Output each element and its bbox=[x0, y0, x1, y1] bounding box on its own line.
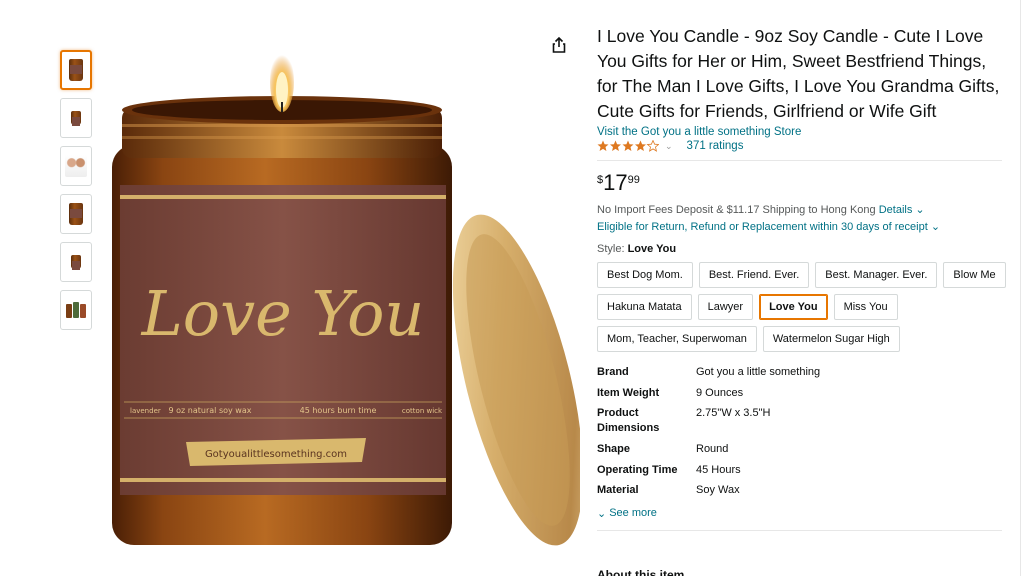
divider bbox=[597, 529, 1002, 531]
shipping-text: No Import Fees Deposit & $11.17 Shipping… bbox=[597, 204, 876, 216]
style-option-blow-me[interactable]: Blow Me bbox=[943, 262, 1006, 288]
spec-key: Brand bbox=[597, 366, 629, 378]
spec-row: Operating Time 45 Hours bbox=[597, 463, 1002, 484]
price-whole: 17 bbox=[603, 170, 628, 195]
rating-row: ⌄ 371 ratings bbox=[597, 140, 1002, 152]
label-lavender: lavender bbox=[130, 407, 161, 415]
page-edge-divider bbox=[1020, 0, 1021, 576]
style-label-key: Style: bbox=[597, 243, 625, 255]
ratings-count-link[interactable]: 371 ratings bbox=[687, 140, 744, 152]
style-option-best-friend-ever[interactable]: Best. Friend. Ever. bbox=[698, 262, 810, 288]
main-product-image[interactable]: Love You lavender 9 oz natural soy wax 4… bbox=[100, 40, 584, 560]
thumbnail-3[interactable] bbox=[60, 146, 92, 186]
spec-value: Soy Wax bbox=[696, 484, 740, 496]
thumbnail-2[interactable] bbox=[60, 98, 92, 138]
spec-value: 9 Ounces bbox=[696, 386, 744, 399]
spec-key: Item Weight bbox=[597, 386, 660, 399]
style-option-lawyer[interactable]: Lawyer bbox=[697, 294, 754, 320]
spec-key: Operating Time bbox=[597, 463, 678, 476]
style-option-love-you[interactable]: Love You bbox=[759, 294, 828, 320]
star-icon bbox=[622, 140, 634, 151]
see-more-link[interactable]: ⌄ See more bbox=[597, 507, 1002, 520]
thumbnail-6[interactable] bbox=[60, 290, 92, 330]
style-selected-value: Love You bbox=[627, 243, 677, 255]
spec-row: Material Soy Wax bbox=[597, 483, 1002, 504]
store-link[interactable]: Visit the Got you a little something Sto… bbox=[597, 126, 1002, 138]
spec-key: Material bbox=[597, 484, 639, 496]
spec-value: Round bbox=[696, 443, 729, 455]
spec-row: Item Weight 9 Ounces bbox=[597, 386, 1002, 407]
style-option-miss-you[interactable]: Miss You bbox=[833, 294, 898, 320]
label-soy-wax: 9 oz natural soy wax bbox=[169, 406, 252, 415]
label-burn-time: 45 hours burn time bbox=[300, 406, 377, 415]
star-icon bbox=[635, 140, 646, 151]
style-options: Best Dog Mom. Best. Friend. Ever. Best. … bbox=[597, 262, 1007, 352]
shipping-details-link[interactable]: Details bbox=[879, 204, 913, 216]
chevron-down-icon[interactable]: ⌄ bbox=[665, 141, 673, 152]
returns-link[interactable]: Eligible for Return, Refund or Replaceme… bbox=[597, 220, 1002, 233]
label-wick: cotton wick bbox=[402, 407, 443, 415]
style-option-hakuna-matata[interactable]: Hakuna Matata bbox=[597, 294, 692, 320]
spec-row: Brand Got you a little something bbox=[597, 365, 1002, 386]
divider bbox=[597, 160, 1002, 161]
label-website: Gotyoualittlesomething.com bbox=[205, 449, 347, 460]
product-details: I Love You Candle - 9oz Soy Candle - Cut… bbox=[597, 24, 1006, 531]
share-button[interactable] bbox=[546, 34, 572, 60]
style-option-best-dog-mom[interactable]: Best Dog Mom. bbox=[597, 262, 693, 288]
style-option-best-manager-ever[interactable]: Best. Manager. Ever. bbox=[815, 262, 938, 288]
thumbnail-5[interactable] bbox=[60, 242, 92, 282]
price: $ 17 99 bbox=[597, 171, 1002, 195]
spec-value: 2.75"W x 3.5"H bbox=[696, 407, 771, 419]
chevron-down-icon: ⌄ bbox=[930, 221, 941, 233]
spec-value: 45 Hours bbox=[696, 463, 741, 476]
spec-row: Product Dimensions 2.75"W x 3.5"H bbox=[597, 406, 1002, 442]
product-title: I Love You Candle - 9oz Soy Candle - Cut… bbox=[597, 26, 1000, 121]
star-rating[interactable] bbox=[597, 140, 659, 152]
chevron-down-icon: ⌄ bbox=[597, 507, 607, 520]
spec-row: Shape Round bbox=[597, 442, 1002, 463]
spec-key: Product Dimensions bbox=[597, 407, 660, 434]
thumbnail-strip bbox=[60, 50, 92, 338]
share-icon bbox=[550, 36, 568, 59]
style-label: Style: Love You bbox=[597, 243, 1002, 255]
style-option-mom-teacher-superwoman[interactable]: Mom, Teacher, Superwoman bbox=[597, 326, 757, 352]
specs-table: Brand Got you a little something Item We… bbox=[597, 365, 1002, 504]
price-fraction: 99 bbox=[627, 174, 640, 186]
label-script-text: Love You bbox=[141, 277, 425, 350]
thumbnail-4[interactable] bbox=[60, 194, 92, 234]
star-icon bbox=[610, 140, 621, 151]
chevron-down-icon[interactable]: ⌄ bbox=[915, 204, 924, 216]
shipping-info: No Import Fees Deposit & $11.17 Shipping… bbox=[597, 203, 1002, 216]
about-item-heading: About this item bbox=[597, 568, 685, 576]
style-option-watermelon-sugar-high[interactable]: Watermelon Sugar High bbox=[762, 326, 900, 352]
spec-key: Shape bbox=[597, 443, 631, 455]
star-icon bbox=[597, 140, 609, 151]
see-more-label: See more bbox=[609, 507, 657, 519]
spec-value: Got you a little something bbox=[696, 366, 821, 378]
thumbnail-1[interactable] bbox=[60, 50, 92, 90]
returns-text: Eligible for Return, Refund or Replaceme… bbox=[597, 221, 928, 233]
